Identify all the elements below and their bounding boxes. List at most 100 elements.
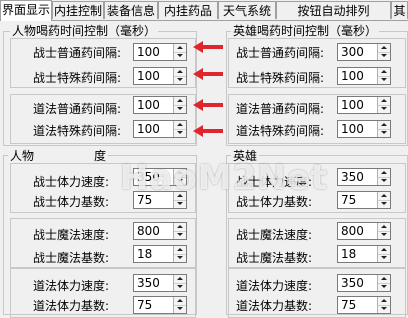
tab-button-arrange[interactable]: 按钮自动排列 — [276, 1, 391, 19]
red-arrow-icon — [193, 125, 223, 137]
spin-buttons[interactable] — [377, 97, 390, 113]
hero-warrior-hp-base-value[interactable]: 75 — [341, 193, 356, 207]
hero-warrior-hp-base-spinner[interactable]: 75 — [337, 191, 391, 209]
player-warrior-hp-speed-label: 战士体力速度: — [33, 175, 110, 189]
player-speed-title-tail: 度 — [94, 149, 107, 163]
player-warrior-mp-base-spinner[interactable]: 18 — [133, 245, 187, 263]
spin-down-icon[interactable] — [174, 129, 186, 137]
spin-down-icon[interactable] — [174, 305, 186, 313]
spin-buttons[interactable] — [173, 297, 186, 313]
spin-down-icon[interactable] — [378, 52, 390, 60]
hero-warrior-hp-speed-spinner[interactable]: 350 — [337, 168, 391, 186]
player-taoist-special-value[interactable]: 100 — [137, 122, 160, 136]
player-warrior-mp-speed-label: 战士魔法速度: — [33, 228, 110, 242]
spin-down-icon[interactable] — [378, 200, 390, 208]
tab-more[interactable]: 其 — [391, 1, 408, 19]
spin-buttons[interactable] — [377, 169, 390, 185]
spin-buttons[interactable] — [377, 275, 390, 291]
spin-down-icon[interactable] — [378, 231, 390, 239]
hero-warrior-normal-value[interactable]: 300 — [341, 45, 364, 59]
player-taoist-special-spinner[interactable]: 100 — [133, 120, 187, 138]
spin-down-icon[interactable] — [174, 254, 186, 262]
tab-equipment-info[interactable]: 装备信息 — [104, 1, 158, 19]
spin-buttons[interactable] — [377, 68, 390, 84]
spin-down-icon[interactable] — [378, 129, 390, 137]
hero-taoist-special-label: 道法特殊药间隔: — [236, 124, 325, 138]
tab-weather[interactable]: 天气系统 — [218, 1, 276, 19]
spin-down-icon[interactable] — [174, 105, 186, 113]
hero-taoist-hp-speed-label: 道法体力速度: — [236, 279, 313, 293]
player-taoist-special-label: 道法特殊药间隔: — [33, 124, 122, 138]
hero-taoist-special-spinner[interactable]: 100 — [337, 120, 391, 138]
spin-down-icon[interactable] — [378, 283, 390, 291]
spin-buttons[interactable] — [173, 97, 186, 113]
hero-warrior-mp-speed-value[interactable]: 800 — [341, 224, 364, 238]
spin-buttons[interactable] — [173, 223, 186, 239]
player-taoist-normal-value[interactable]: 100 — [137, 98, 160, 112]
tab-plugin-potions[interactable]: 内挂药品 — [158, 1, 218, 19]
spin-buttons[interactable] — [377, 246, 390, 262]
player-warrior-mp-base-value[interactable]: 18 — [137, 247, 152, 261]
spin-buttons[interactable] — [377, 121, 390, 137]
hero-warrior-hp-speed-value[interactable]: 350 — [341, 170, 364, 184]
player-taoist-hp-base-label: 道法体力基数: — [33, 299, 110, 313]
watermark: HaoM2Net — [120, 158, 329, 198]
spin-down-icon[interactable] — [174, 200, 186, 208]
hero-taoist-normal-spinner[interactable]: 100 — [337, 96, 391, 114]
spin-down-icon[interactable] — [378, 177, 390, 185]
hero-warrior-mp-base-value[interactable]: 18 — [341, 247, 356, 261]
tab-display[interactable]: 界面显示 — [0, 0, 52, 21]
hero-warrior-normal-label: 战士普通药间隔: — [236, 46, 325, 60]
hero-taoist-hp-base-label: 道法体力基数: — [236, 299, 313, 313]
hero-taoist-special-value[interactable]: 100 — [341, 122, 364, 136]
spin-down-icon[interactable] — [378, 76, 390, 84]
spin-down-icon[interactable] — [174, 76, 186, 84]
spin-down-icon[interactable] — [378, 254, 390, 262]
spin-down-icon[interactable] — [378, 105, 390, 113]
player-taoist-hp-base-spinner[interactable]: 75 — [133, 296, 187, 314]
hero-taoist-normal-value[interactable]: 100 — [341, 98, 364, 112]
spin-buttons[interactable] — [173, 121, 186, 137]
hero-taoist-hp-speed-value[interactable]: 350 — [341, 276, 364, 290]
player-warrior-mp-speed-value[interactable]: 800 — [137, 224, 160, 238]
hero-taoist-hp-base-spinner[interactable]: 75 — [337, 296, 391, 314]
player-speed-group-title: 人物 度 — [8, 149, 109, 163]
spin-down-icon[interactable] — [174, 231, 186, 239]
spin-buttons[interactable] — [377, 192, 390, 208]
hero-warrior-mp-base-spinner[interactable]: 18 — [337, 245, 391, 263]
hero-taoist-normal-label: 道法普通药间隔: — [236, 102, 325, 116]
tab-plugin-control[interactable]: 内挂控制 — [52, 1, 104, 19]
player-warrior-special-value[interactable]: 100 — [137, 69, 160, 83]
spin-buttons[interactable] — [173, 44, 186, 60]
player-speed-title-head: 人物 — [10, 149, 35, 163]
hero-warrior-special-label: 战士特殊药间隔: — [236, 71, 325, 85]
spin-down-icon[interactable] — [174, 283, 186, 291]
hero-warrior-mp-speed-label: 战士魔法速度: — [236, 228, 313, 242]
player-warrior-mp-speed-spinner[interactable]: 800 — [133, 222, 187, 240]
player-warrior-normal-spinner[interactable]: 100 — [133, 43, 187, 61]
hero-warrior-mp-speed-spinner[interactable]: 800 — [337, 222, 391, 240]
player-warrior-normal-value[interactable]: 100 — [137, 45, 160, 59]
hero-warrior-mp-base-label: 战士魔法基数: — [236, 251, 313, 265]
hero-warrior-normal-spinner[interactable]: 300 — [337, 43, 391, 61]
player-taoist-hp-speed-spinner[interactable]: 350 — [133, 274, 187, 292]
player-taoist-normal-spinner[interactable]: 100 — [133, 96, 187, 114]
hero-taoist-hp-speed-spinner[interactable]: 350 — [337, 274, 391, 292]
spin-down-icon[interactable] — [378, 305, 390, 313]
spin-buttons[interactable] — [377, 44, 390, 60]
player-taoist-hp-base-value[interactable]: 75 — [137, 298, 152, 312]
spin-buttons[interactable] — [173, 246, 186, 262]
hero-warrior-special-spinner[interactable]: 100 — [337, 67, 391, 85]
player-warrior-hp-base-label: 战士体力基数: — [33, 195, 110, 209]
spin-buttons[interactable] — [377, 223, 390, 239]
hero-warrior-special-value[interactable]: 100 — [341, 69, 364, 83]
red-arrow-icon — [193, 68, 223, 80]
spin-buttons[interactable] — [377, 297, 390, 313]
spin-buttons[interactable] — [173, 275, 186, 291]
player-warrior-special-spinner[interactable]: 100 — [133, 67, 187, 85]
player-taoist-hp-speed-value[interactable]: 350 — [137, 276, 160, 290]
player-warrior-special-label: 战士特殊药间隔: — [33, 71, 122, 85]
spin-buttons[interactable] — [173, 68, 186, 84]
hero-taoist-hp-base-value[interactable]: 75 — [341, 298, 356, 312]
spin-down-icon[interactable] — [174, 52, 186, 60]
